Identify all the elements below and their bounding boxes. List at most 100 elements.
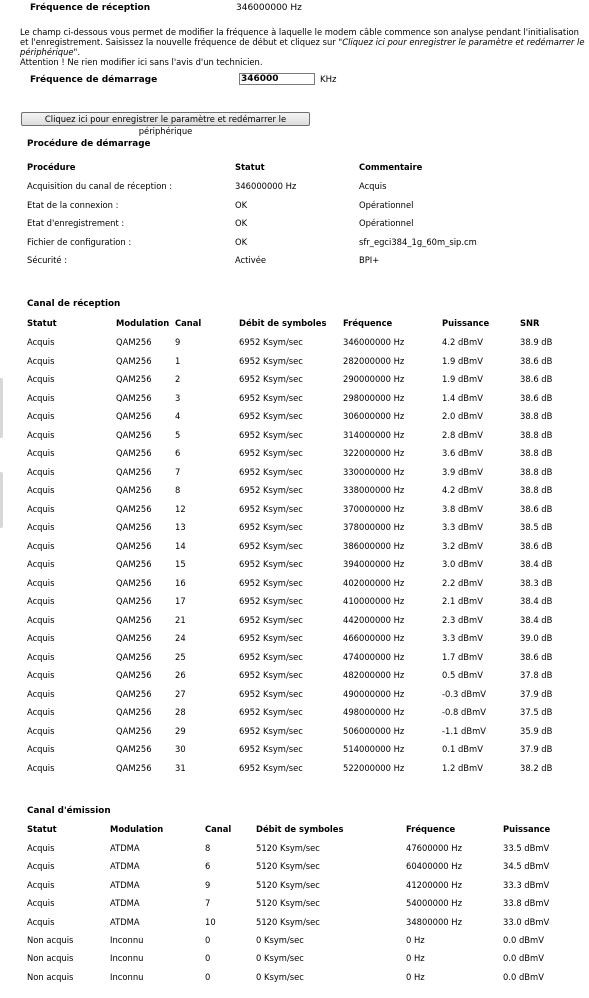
table-cell: 37.9 dB [520, 688, 553, 699]
table-cell: 6 [205, 861, 211, 872]
table-cell: Acquis [27, 503, 55, 514]
column-header: Débit de symboles [256, 824, 344, 834]
table-cell: 33.0 dBmV [503, 916, 550, 927]
table-cell: 282000000 Hz [343, 355, 405, 366]
column-header: Statut [235, 162, 265, 172]
table-cell: ATDMA [110, 861, 140, 872]
table-cell: 25 [175, 651, 186, 662]
table-cell: Acquis [27, 651, 55, 662]
column-header: Canal [205, 824, 232, 834]
column-header: Fréquence [406, 824, 456, 834]
table-cell: Acquis [27, 707, 55, 717]
table-cell: QAM256 [116, 688, 152, 699]
table-cell: 2.2 dBmV [442, 577, 483, 588]
table-cell: 14 [175, 540, 186, 551]
table-cell: 10 [205, 916, 216, 927]
start-frequency-input[interactable] [239, 73, 315, 85]
table-cell: 0 Hz [406, 935, 425, 945]
table-cell: QAM256 [116, 725, 152, 736]
table-cell: QAM256 [116, 577, 152, 588]
save-and-restart-button[interactable]: Cliquez ici pour enregistrer le paramètr… [21, 112, 310, 136]
downstream-section-title: Canal de réception [27, 299, 121, 309]
table-cell: sfr_egci384_1g_60m_sip.cm [359, 236, 477, 247]
column-header: Modulation [110, 824, 164, 834]
table-cell: QAM256 [116, 633, 152, 643]
table-cell: Opérationnel [359, 218, 414, 228]
table-cell: 2.0 dBmV [442, 411, 483, 421]
table-cell: 38.6 dB [520, 374, 553, 384]
table-cell: 29 [175, 725, 186, 736]
table-cell: 37.9 dB [520, 744, 553, 754]
table-cell: Acquis [27, 688, 55, 699]
table-cell: Acquis [27, 355, 55, 366]
table-cell: 28 [175, 707, 186, 717]
table-cell: Acquis [27, 559, 55, 569]
table-cell: 34800000 Hz [406, 916, 462, 927]
table-cell: 3.0 dBmV [442, 559, 483, 569]
table-cell: 386000000 Hz [343, 540, 405, 551]
table-cell: 6952 Ksym/sec [239, 374, 303, 384]
table-cell: 442000000 Hz [343, 614, 405, 625]
table-cell: 38.4 dB [520, 614, 553, 625]
table-cell: 6952 Ksym/sec [239, 411, 303, 421]
table-cell: 6952 Ksym/sec [239, 651, 303, 662]
table-cell: -0.3 dBmV [442, 688, 486, 699]
table-cell: 1.9 dBmV [442, 355, 483, 366]
column-header: Modulation [116, 318, 170, 328]
table-cell: ATDMA [110, 916, 140, 927]
table-cell: 506000000 Hz [343, 725, 405, 736]
table-cell: 60400000 Hz [406, 861, 462, 872]
table-cell: 38.8 dB [520, 485, 553, 495]
table-cell: 346000000 Hz [235, 181, 297, 191]
start-frequency-label: Fréquence de démarrage [30, 75, 158, 85]
table-cell: 24 [175, 633, 186, 643]
table-cell: Acquis [27, 485, 55, 495]
table-cell: OK [235, 199, 248, 210]
table-cell: 1.9 dBmV [442, 374, 483, 384]
table-cell: Acquis [27, 916, 55, 927]
table-cell: Activée [235, 255, 267, 265]
table-cell: 47600000 Hz [406, 843, 462, 853]
table-cell: 6952 Ksym/sec [239, 725, 303, 736]
table-cell: 2.1 dBmV [442, 596, 483, 606]
table-cell: 38.6 dB [520, 355, 553, 366]
table-cell: 3.3 dBmV [442, 522, 483, 532]
table-cell: 1.7 dBmV [442, 651, 483, 662]
column-header: Canal [175, 318, 202, 328]
table-cell: 3.6 dBmV [442, 448, 483, 458]
column-header: Statut [27, 824, 57, 834]
table-cell: 21 [175, 614, 186, 625]
table-cell: QAM256 [116, 503, 152, 514]
table-cell: 38.6 dB [520, 503, 553, 514]
table-cell: Acquis [27, 337, 55, 347]
rx-frequency-value: 346000000 Hz [236, 3, 302, 13]
table-cell: ATDMA [110, 898, 140, 909]
table-cell: QAM256 [116, 485, 152, 495]
table-cell: 0.1 dBmV [442, 744, 483, 754]
table-cell: 2 [175, 374, 181, 384]
table-cell: 7 [205, 898, 211, 909]
table-cell: 6952 Ksym/sec [239, 577, 303, 588]
table-cell: 1.4 dBmV [442, 392, 483, 403]
table-cell: OK [235, 236, 248, 247]
table-cell: 6952 Ksym/sec [239, 392, 303, 403]
table-cell: 378000000 Hz [343, 522, 405, 532]
table-cell: 39.0 dB [520, 633, 553, 643]
table-cell: 346000000 Hz [343, 337, 405, 347]
table-cell: 5 [175, 429, 181, 440]
table-cell: QAM256 [116, 522, 152, 532]
table-cell: Acquis [27, 898, 55, 909]
table-cell: 394000000 Hz [343, 559, 405, 569]
table-cell: 0 Ksym/sec [256, 953, 304, 964]
table-cell: BPI+ [359, 255, 380, 265]
table-cell: 38.8 dB [520, 448, 553, 458]
table-cell: 0 [205, 953, 211, 964]
table-cell: 6952 Ksym/sec [239, 688, 303, 699]
table-cell: QAM256 [116, 614, 152, 625]
table-cell: Sécurité : [27, 255, 68, 265]
table-cell: 330000000 Hz [343, 466, 405, 477]
table-cell: 9 [175, 337, 181, 347]
table-cell: QAM256 [116, 448, 152, 458]
table-cell: 38.8 dB [520, 466, 553, 477]
table-cell: 38.3 dB [520, 577, 553, 588]
